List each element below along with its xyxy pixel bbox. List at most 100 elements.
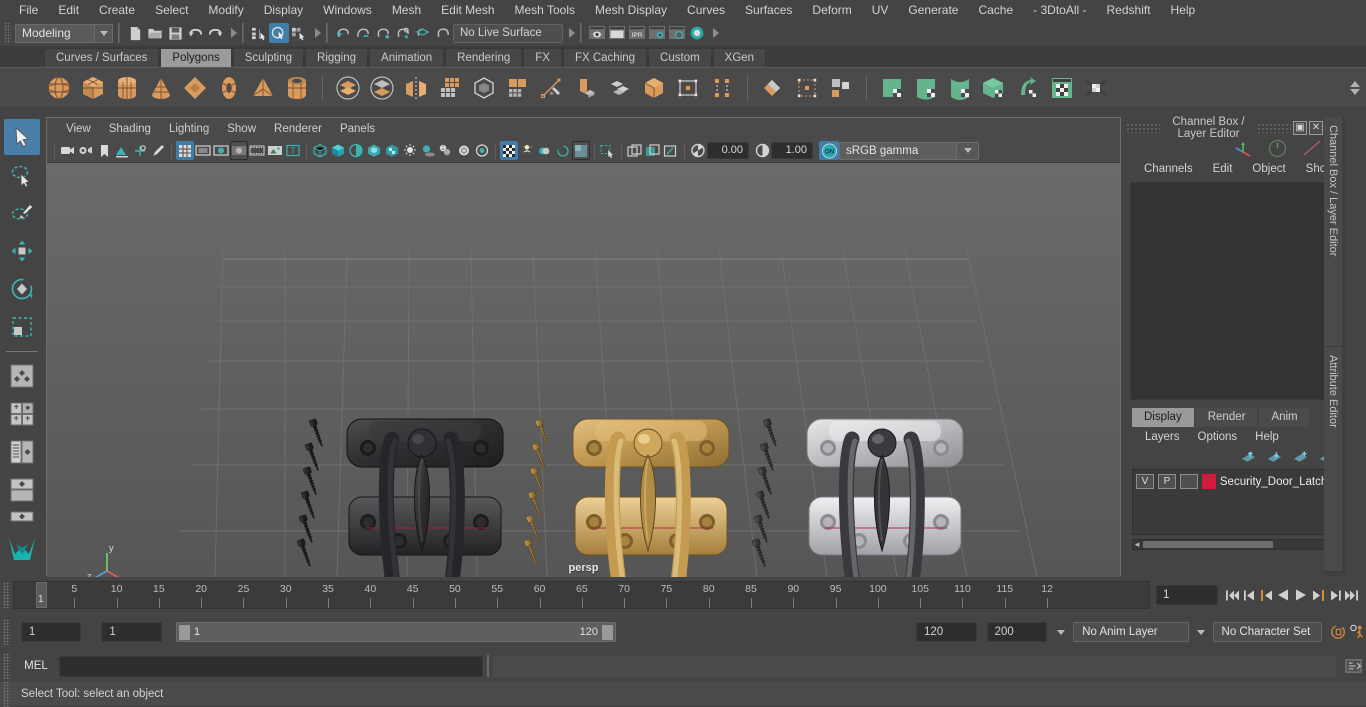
- toolbar-grip[interactable]: [4, 22, 11, 44]
- shelf-tab-xgen[interactable]: XGen: [713, 48, 766, 67]
- range-slider[interactable]: 1 120: [176, 622, 616, 642]
- two-d-pan-zoom-icon[interactable]: [131, 141, 149, 160]
- scroll-left-arrow[interactable]: ◂: [1133, 539, 1141, 550]
- undock-panel-icon[interactable]: ▣: [1293, 121, 1307, 135]
- menu-windows[interactable]: Windows: [313, 0, 382, 20]
- uv-planar-icon[interactable]: [877, 73, 907, 103]
- snap-expand-arrow[interactable]: [569, 28, 575, 38]
- select-object-icon[interactable]: [269, 23, 289, 43]
- layer-menu-layers[interactable]: Layers: [1136, 431, 1189, 443]
- film-gate-icon[interactable]: [194, 141, 212, 160]
- gamma-field[interactable]: 1.00: [771, 142, 813, 159]
- smooth-shade-icon[interactable]: [329, 141, 347, 160]
- layer-list[interactable]: VPSecurity_Door_Latch_G: [1132, 469, 1339, 535]
- sculpt-icon[interactable]: [571, 73, 601, 103]
- time-slider-grip[interactable]: [3, 582, 10, 608]
- viewport-menu-lighting[interactable]: Lighting: [160, 123, 218, 135]
- exposure-field[interactable]: 0.00: [707, 142, 749, 159]
- exposure-icon[interactable]: [689, 141, 707, 160]
- hypershade-icon[interactable]: [667, 23, 687, 43]
- play-backwards-icon[interactable]: [1275, 585, 1292, 605]
- layer-list-hscrollbar[interactable]: ◂ ▸: [1132, 539, 1339, 550]
- snap-curve-icon[interactable]: [353, 23, 373, 43]
- move-tool-button[interactable]: [4, 233, 40, 269]
- editor-tab-render[interactable]: Render: [1196, 408, 1258, 427]
- menu-3dtoall[interactable]: - 3DtoAll -: [1023, 0, 1096, 20]
- color-management-toggle-icon[interactable]: ON: [819, 141, 839, 160]
- toolbar-expand-arrow[interactable]: [231, 28, 237, 38]
- persp-graph-layout-button[interactable]: [4, 510, 40, 532]
- select-hierarchy-icon[interactable]: [249, 23, 269, 43]
- four-view-layout-button[interactable]: [4, 396, 40, 432]
- menu-mesh[interactable]: Mesh: [382, 0, 431, 20]
- motion-blur-icon[interactable]: [455, 141, 473, 160]
- menu-file[interactable]: File: [9, 0, 48, 20]
- xray-icon[interactable]: [500, 141, 518, 160]
- menu-create[interactable]: Create: [89, 0, 145, 20]
- screen-space-ao-icon[interactable]: [437, 141, 455, 160]
- offset-edge-loop-icon[interactable]: [673, 73, 703, 103]
- animation-start-field[interactable]: 1: [21, 622, 82, 642]
- command-language-label[interactable]: MEL: [13, 660, 59, 672]
- flat-shade-icon[interactable]: [365, 141, 383, 160]
- shelf-scroll-arrows[interactable]: [1350, 81, 1366, 95]
- lasso-select-tool-button[interactable]: [4, 157, 40, 193]
- shelf-tab-fx-caching[interactable]: FX Caching: [563, 48, 647, 67]
- shelf-tab-custom[interactable]: Custom: [648, 48, 712, 67]
- range-start-field[interactable]: 1: [101, 622, 162, 642]
- poly-cone-icon[interactable]: [146, 73, 176, 103]
- axis-tripod-icon[interactable]: [1232, 139, 1254, 157]
- rotate-tool-button[interactable]: [4, 271, 40, 307]
- make-live-icon[interactable]: [433, 23, 453, 43]
- bookmark-icon[interactable]: [95, 141, 113, 160]
- display-textures-icon[interactable]: [572, 141, 590, 160]
- anim-layer-selector[interactable]: No Anim Layer: [1073, 622, 1188, 642]
- open-scene-icon[interactable]: [145, 23, 165, 43]
- shelf-tab-polygons[interactable]: Polygons: [160, 48, 231, 67]
- layer-menu-options[interactable]: Options: [1189, 431, 1247, 443]
- grease-pencil-icon[interactable]: [149, 141, 167, 160]
- snap-grid-icon[interactable]: [333, 23, 353, 43]
- layer-menu-help[interactable]: Help: [1246, 431, 1288, 443]
- character-set-chevron-icon[interactable]: [1197, 630, 1205, 635]
- outliner-persp-layout-button[interactable]: [4, 434, 40, 470]
- scale-tool-button[interactable]: [4, 309, 40, 345]
- poke-face-icon[interactable]: [826, 73, 856, 103]
- channel-menu-object[interactable]: Object: [1242, 163, 1295, 175]
- menu-surfaces[interactable]: Surfaces: [735, 0, 802, 20]
- menu-edit[interactable]: Edit: [48, 0, 89, 20]
- menu-modify[interactable]: Modify: [198, 0, 253, 20]
- uv-cylindrical-icon[interactable]: [911, 73, 941, 103]
- uv-spherical-icon[interactable]: [945, 73, 975, 103]
- shelf-tab-animation[interactable]: Animation: [369, 48, 444, 67]
- channel-box-content[interactable]: [1130, 182, 1341, 400]
- viewport-menu-panels[interactable]: Panels: [331, 123, 384, 135]
- lights-icon[interactable]: [401, 141, 419, 160]
- close-icon[interactable]: ✕: [1309, 121, 1323, 135]
- animation-preferences-icon[interactable]: [1349, 622, 1366, 642]
- ipr-render-icon[interactable]: IPR: [627, 23, 647, 43]
- xray-joints-icon[interactable]: [518, 141, 536, 160]
- copy-panel-icon[interactable]: [644, 141, 662, 160]
- viewport-3d-scene[interactable]: y z x persp: [47, 163, 1120, 577]
- menu-curves[interactable]: Curves: [677, 0, 735, 20]
- shaded-wireframe-icon[interactable]: [347, 141, 365, 160]
- save-scene-icon[interactable]: [165, 23, 185, 43]
- command-result-field[interactable]: [493, 656, 1336, 677]
- xray-active-components-icon[interactable]: [536, 141, 554, 160]
- undo-icon[interactable]: [185, 23, 205, 43]
- layer-name[interactable]: Security_Door_Latch_G: [1220, 476, 1335, 488]
- command-input[interactable]: [59, 656, 483, 677]
- shelf-tab-fx[interactable]: FX: [523, 48, 562, 67]
- uv-editor-icon[interactable]: [1047, 73, 1077, 103]
- poly-cylinder-icon[interactable]: [112, 73, 142, 103]
- hypergraph-persp-layout-button[interactable]: [4, 472, 40, 508]
- help-line-grip[interactable]: [3, 681, 10, 707]
- text-overlay-icon[interactable]: T: [284, 141, 302, 160]
- render-view-icon[interactable]: [587, 23, 607, 43]
- command-line-grip[interactable]: [3, 653, 10, 679]
- image-plane-toggle-icon[interactable]: [266, 141, 284, 160]
- render-current-frame-icon[interactable]: [607, 23, 627, 43]
- shadows-icon[interactable]: [419, 141, 437, 160]
- transform-component-icon[interactable]: [792, 73, 822, 103]
